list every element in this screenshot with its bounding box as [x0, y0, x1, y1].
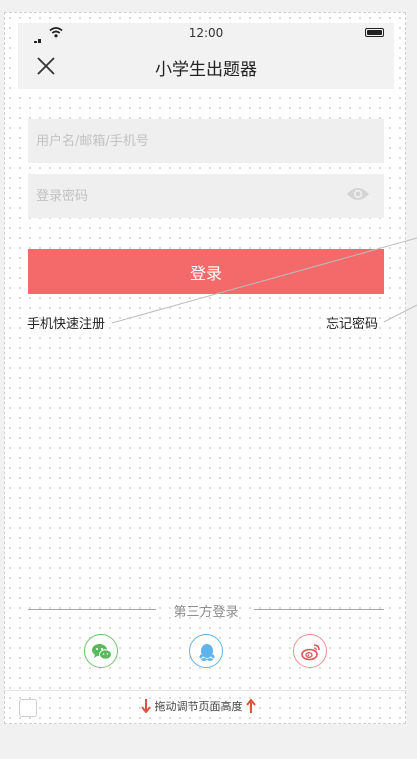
third-party-label: 第三方登录: [173, 605, 239, 620]
canvas-top-strip: [0, 0, 417, 8]
footer-divider: [4, 690, 406, 691]
drag-label: 拖动调节页面高度: [154, 700, 243, 713]
weibo-icon: [301, 644, 320, 661]
login-button[interactable]: 登录: [28, 249, 384, 294]
arrow-up-icon: [246, 698, 256, 713]
qq-icon: [199, 644, 215, 661]
eye-icon[interactable]: [346, 186, 370, 202]
status-bar: 12:00: [18, 23, 394, 48]
status-time: 12:00: [188, 26, 224, 40]
forgot-password-link[interactable]: 忘记密码: [326, 313, 378, 332]
arrow-down-icon: [141, 699, 151, 714]
username-input[interactable]: [28, 119, 384, 163]
wechat-login-button[interactable]: [84, 634, 118, 668]
divider-left: [28, 609, 156, 610]
qq-login-button[interactable]: [189, 634, 223, 668]
divider-right: [254, 609, 384, 610]
battery-icon: [365, 28, 384, 37]
drag-resize-handle[interactable]: 拖动调节页面高度: [141, 698, 256, 716]
phone-frame: 12:00 小学生出题器 登录 手机快速注册 忘记密码 第三方登录: [18, 23, 394, 689]
page-title: 小学生出题器: [155, 60, 257, 80]
footer-checkbox[interactable]: [19, 699, 37, 717]
register-link[interactable]: 手机快速注册: [27, 313, 105, 332]
wechat-icon: [92, 644, 112, 660]
password-input[interactable]: [28, 174, 384, 218]
weibo-login-button[interactable]: [293, 634, 327, 668]
nav-bar: 小学生出题器: [18, 43, 394, 89]
